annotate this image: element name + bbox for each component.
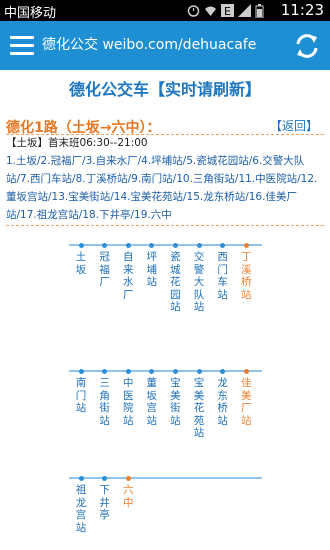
stop-label[interactable]: 三角街站 (98, 377, 112, 427)
stop-label[interactable]: 冠福厂 (98, 251, 112, 289)
battery-icon (255, 4, 268, 19)
stop-label[interactable]: 自来水厂 (121, 251, 135, 301)
schedule-text: 【土坂】首末班06:30--21:00 (6, 137, 148, 149)
stop-marker (125, 368, 131, 374)
svg-text:E: E (224, 5, 231, 17)
stop-marker (220, 368, 226, 374)
stop-marker (172, 242, 178, 248)
stop-label[interactable]: 下井亭 (98, 484, 112, 522)
stop-marker (102, 475, 108, 481)
stop-marker (196, 242, 202, 248)
stop-label[interactable]: 佳美厂站 (239, 377, 253, 427)
stop-marker (149, 368, 155, 374)
wifi-icon (204, 4, 217, 17)
stop-marker (78, 242, 84, 248)
stop-marker (78, 475, 84, 481)
menu-icon[interactable] (8, 31, 36, 59)
stop-marker (149, 242, 155, 248)
route-line (69, 244, 262, 246)
stop-label[interactable]: 祖龙宫站 (74, 484, 88, 534)
stop-label[interactable]: 瓷城花园站 (168, 251, 182, 314)
stop-label[interactable]: 坪埔站 (145, 251, 159, 289)
stop-label[interactable]: 宝美花苑站 (192, 377, 206, 440)
route-line (69, 477, 262, 479)
alarm-icon (187, 4, 200, 17)
stop-marker (243, 242, 249, 248)
page-title: 德化公交车【实时请刷新】 (68, 80, 261, 99)
divider (6, 225, 324, 226)
stop-label[interactable]: 宝美街站 (168, 377, 182, 427)
stop-marker (102, 368, 108, 374)
stop-marker (102, 242, 108, 248)
stop-label[interactable]: 董坂宫站 (145, 377, 159, 427)
refresh-icon[interactable] (292, 31, 322, 61)
stop-label[interactable]: 南门站 (74, 377, 88, 415)
clock: 11:23 (280, 1, 324, 19)
data-e-icon: E (221, 4, 234, 18)
stop-marker (220, 242, 226, 248)
app-title: 德化公交 weibo.com/dehuacafe (42, 37, 257, 53)
stop-marker (78, 368, 84, 374)
stop-marker (125, 242, 131, 248)
stop-label[interactable]: 中医院站 (121, 377, 135, 427)
stop-marker (172, 368, 178, 374)
carrier-label: 中国移动 (4, 6, 57, 21)
status-bar: 中国移动 E 11:23 (0, 0, 330, 21)
stop-label[interactable]: 六中 (121, 484, 135, 509)
stop-marker (196, 368, 202, 374)
stop-label[interactable]: 西门车站 (216, 251, 230, 301)
route-info: 【土坂】首末班06:30--21:00 1.土坂/2.冠福厂/3.自来水厂/4.… (6, 134, 326, 224)
app-bar: 德化公交 weibo.com/dehuacafe (0, 21, 330, 70)
route-line (69, 370, 262, 372)
stops-text: 1.土坂/2.冠福厂/3.自来水厂/4.坪埔站/5.瓷城花园站/6.交警大队站/… (6, 155, 318, 221)
back-link[interactable]: 【返回】 (270, 117, 318, 134)
stop-marker (243, 368, 249, 374)
stop-label[interactable]: 交警大队站 (192, 251, 206, 314)
status-icons: E (187, 3, 268, 19)
stop-marker (125, 475, 131, 481)
stop-label[interactable]: 丁溪桥站 (239, 251, 253, 301)
stop-label[interactable]: 龙东桥站 (216, 377, 230, 427)
stop-label[interactable]: 土坂 (74, 251, 88, 276)
signal-icon (238, 4, 251, 17)
